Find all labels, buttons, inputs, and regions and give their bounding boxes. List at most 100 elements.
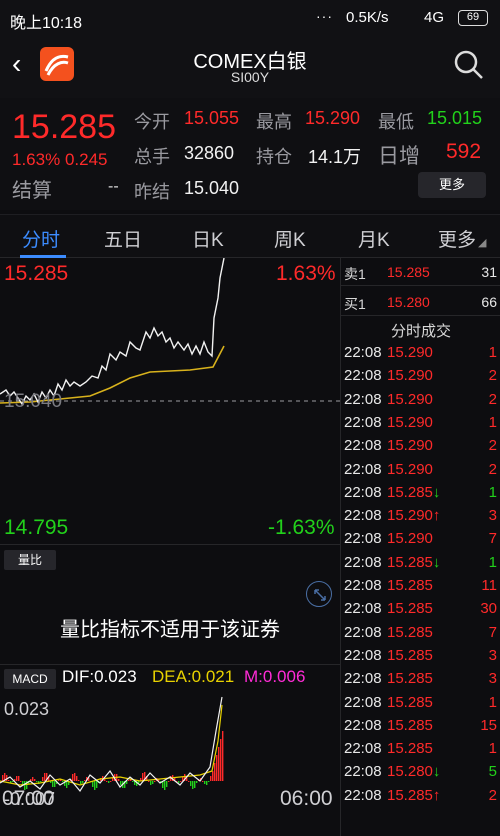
macd-bar [84,780,86,781]
trade-price-value: 15.285 [387,553,433,571]
macd-bar [82,781,84,783]
trade-row: 22:08 15.285↓ 1 [341,554,500,577]
tab-five-day[interactable]: 五日 [104,225,142,252]
trade-price: 15.290↑ [387,507,440,524]
macd-bar [32,777,34,781]
trade-price: 15.285↓ [387,484,440,501]
trade-row: 22:08 15.285 1 [341,694,500,717]
trade-volume: 3 [488,507,497,525]
field-label: 昨结 [134,182,170,202]
search-icon[interactable] [452,48,486,82]
macd-bar [208,781,210,782]
quote-panel: 15.285 1.63% 0.245 结算 -- 今开 15.055 最高 15… [0,98,500,210]
trade-volume: 2 [488,367,497,385]
ask-label: 卖1 [344,266,366,282]
trade-volume: 1 [488,344,497,361]
trade-direction-icon: ↑ [432,507,441,525]
trade-row: 22:08 15.285 11 [341,577,500,600]
trade-time: 22:08 [344,716,382,734]
trade-volume: 3 [488,670,497,688]
macd-bar [206,781,208,785]
trade-direction-icon: ↓ [432,483,441,501]
dropdown-triangle-icon: ◢ [478,237,487,249]
status-dots: ··· [316,8,333,24]
trade-time: 22:08 [344,553,382,571]
tab-weekly-k[interactable]: 周K [274,225,306,252]
last-price: 15.285 [12,108,116,146]
field-value: 14.1万 [308,147,362,167]
macd-dea: DEA:0.021 [152,667,235,686]
macd-bar [128,780,130,781]
trade-price: 15.285 [387,717,433,734]
change-abs: 0.245 [64,150,108,169]
macd-bar [18,776,20,781]
trade-volume: 1 [488,483,497,501]
trade-row: 22:08 15.285 15 [341,717,500,740]
expand-icon[interactable] [306,581,332,607]
axis-price-high: 15.285 [4,262,69,285]
trade-volume: 30 [480,600,497,618]
tab-intraday[interactable]: 分时 [22,225,60,252]
app-header: ‹ COMEX白银 SI00Y [0,34,500,98]
macd-bar [58,780,60,781]
macd-bar [142,773,144,781]
volume-ratio-tag[interactable]: 量比 [4,550,56,570]
macd-bar [40,781,42,782]
macd-bar [192,781,194,789]
axis-price-low: 14.795 [4,516,69,539]
trade-row: 22:08 15.285 1 [341,740,500,763]
macd-tag[interactable]: MACD [4,669,56,689]
tab-monthly-k[interactable]: 月K [358,225,390,252]
macd-bar [36,781,38,782]
trade-price-value: 15.290 [387,507,433,525]
macd-bar [42,777,44,781]
trade-row: 22:08 15.290 1 [341,344,500,367]
macd-bar [12,781,14,782]
trade-row: 22:08 15.290↑ 3 [341,507,500,530]
trade-row: 22:08 15.285 3 [341,647,500,670]
trade-price-value: 15.290 [387,367,433,385]
trade-price: 15.290 [387,367,433,384]
trade-price: 15.285 [387,624,433,641]
trade-price: 15.290 [387,344,433,361]
trade-time: 22:08 [344,483,382,501]
macd-bar [106,781,108,782]
trade-price-value: 15.290 [387,460,433,478]
macd-bar [180,781,182,782]
trade-volume: 2 [488,460,497,478]
trade-price: 15.290 [387,414,433,431]
macd-bar [178,781,180,783]
settle-value: -- [108,178,119,195]
trade-volume: 7 [488,530,497,548]
macd-bar [204,781,206,784]
trade-time: 22:08 [344,693,382,711]
macd-bar [80,781,82,784]
trades-title: 分时成交 [390,323,451,340]
macd-bar [66,781,68,788]
macd-bar [94,781,96,790]
more-button[interactable]: 更多 [418,172,486,198]
field-label: 最高 [256,112,292,132]
trade-row: 22:08 15.285↓ 1 [341,484,500,507]
macd-bar [216,755,218,781]
tab-more[interactable]: 更多 ◢ [438,225,486,252]
trade-direction-icon: ↑ [432,786,441,804]
macd-panel[interactable]: MACD DIF:0.023 DEA:0.021 M:0.006 0.023 -… [0,664,340,836]
trade-row: 22:08 15.290 1 [341,414,500,437]
time-axis-end: 06:00 [280,787,333,810]
trade-volume: 2 [488,437,497,455]
status-bar: 晚上10:18 ··· 0.5K/s 4G 69 [0,0,500,34]
trade-price: 15.285 [387,647,433,664]
trade-volume: 1 [488,413,497,431]
tab-daily-k[interactable]: 日K [192,225,224,252]
macd-bar [164,781,166,790]
macd-bar [132,781,134,782]
trade-volume: 5 [488,763,497,781]
field-label: 持仓 [256,147,292,167]
trade-price-value: 15.285 [387,483,433,501]
trade-volume: 2 [488,786,497,804]
trade-volume: 15 [480,716,497,734]
trade-row: 22:08 15.285 30 [341,600,500,623]
intraday-chart[interactable]: 15.285 1.63% 15.040 14.795 -1.63% [0,258,340,544]
macd-bar [74,773,76,781]
